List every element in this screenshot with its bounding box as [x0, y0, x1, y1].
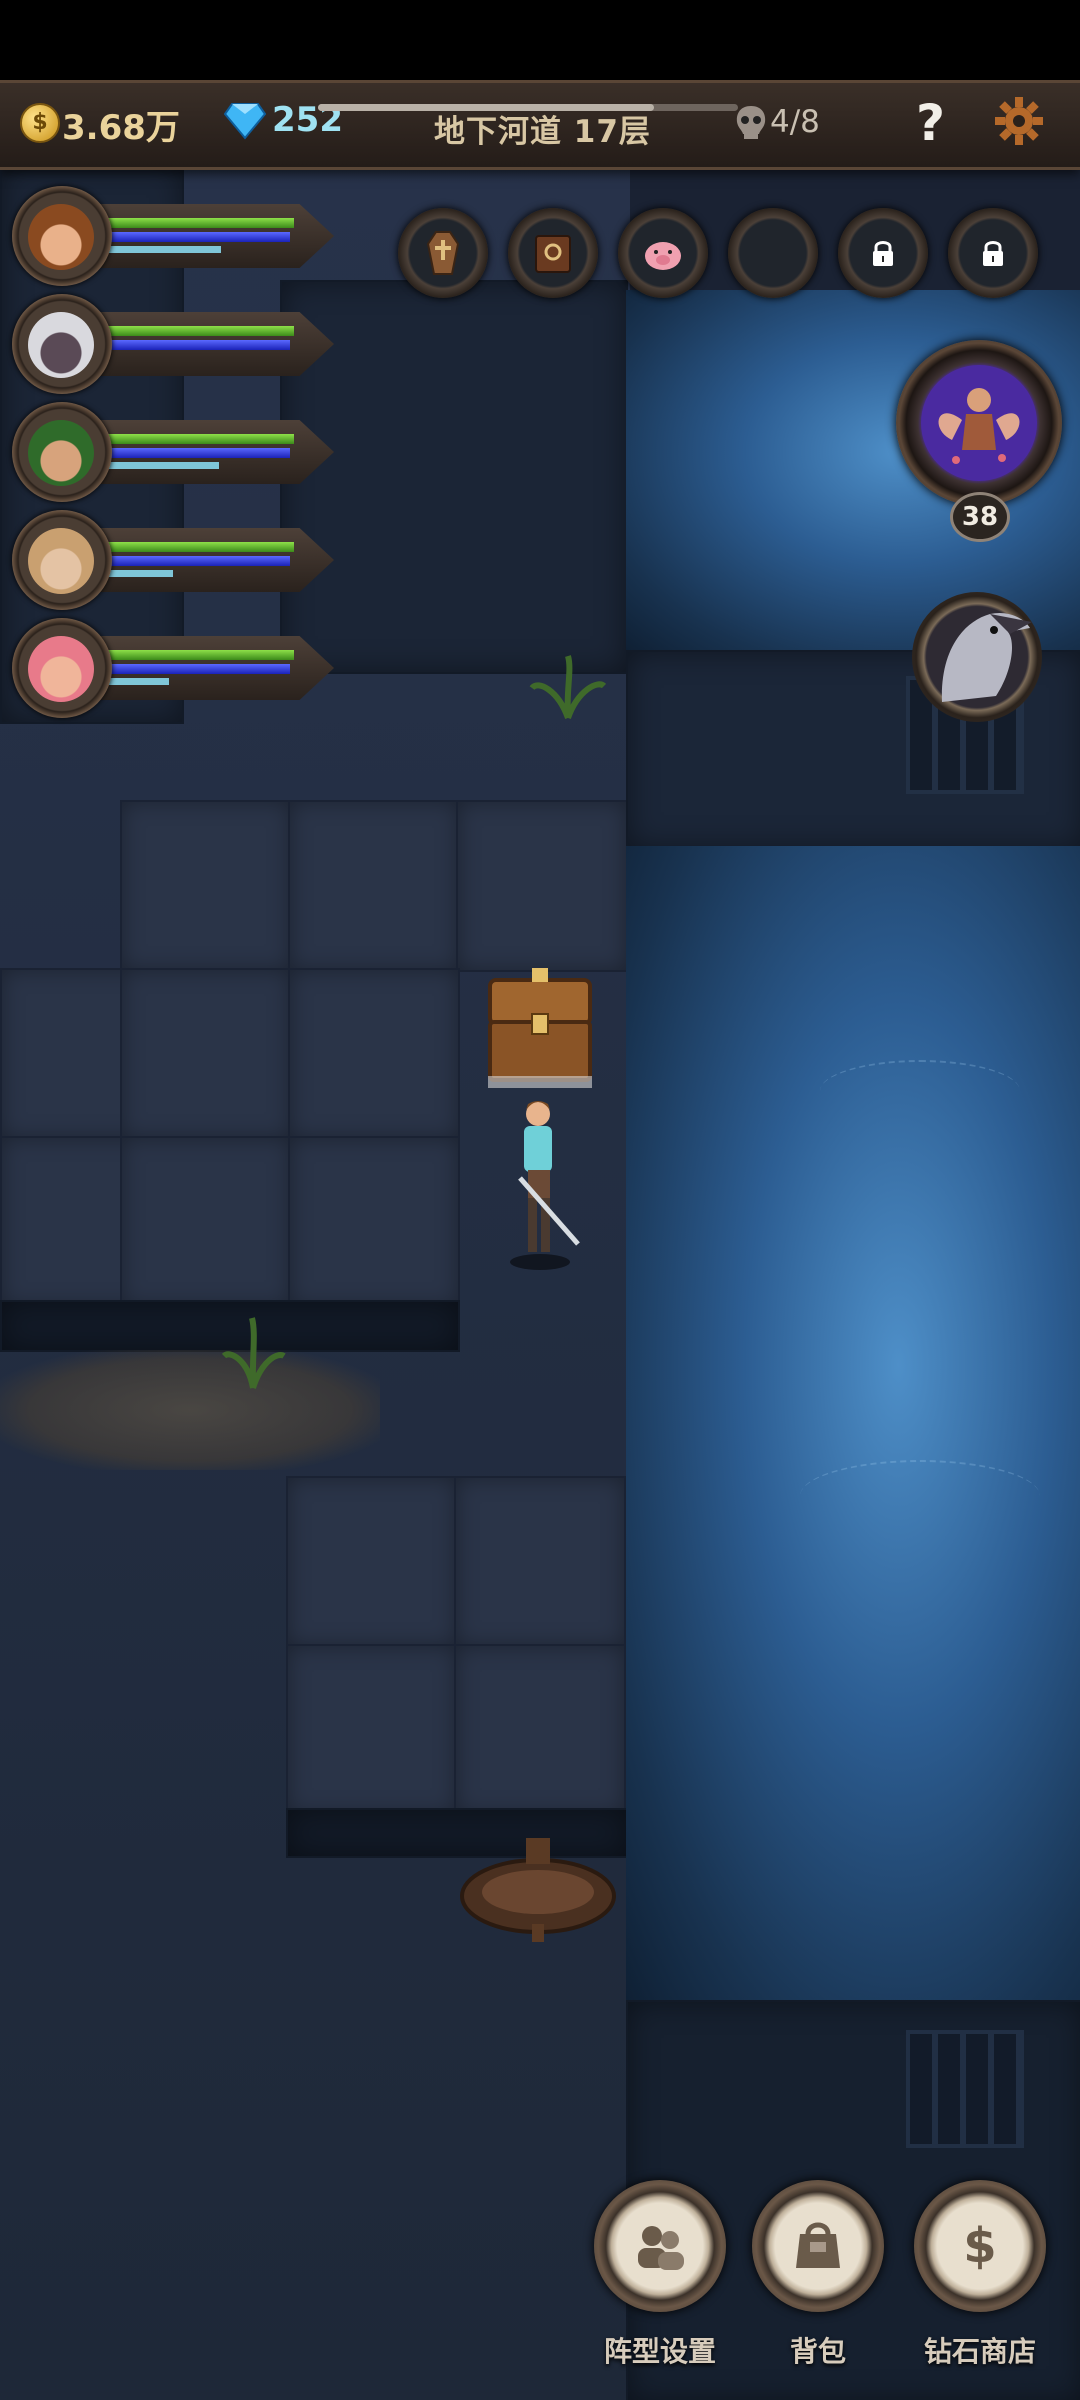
gold-amount: 3.68万 [62, 108, 180, 148]
pig-icon [645, 242, 681, 270]
hp-bar [108, 326, 294, 336]
coffin-icon [426, 231, 460, 275]
party-member-3[interactable] [12, 402, 334, 502]
help-button[interactable]: ? [916, 94, 945, 152]
party-member-4[interactable] [12, 510, 334, 610]
water-ripple [820, 1060, 1020, 1122]
treasure-chest-icon[interactable] [484, 964, 596, 1090]
floor-tile [456, 800, 628, 972]
tome-icon [535, 235, 571, 273]
floor-tile [286, 1644, 458, 1816]
hero-portrait[interactable] [12, 294, 112, 394]
skill-slot-1[interactable] [398, 200, 488, 300]
floor-title: 地下河道 17层 [434, 114, 651, 150]
boat-icon[interactable] [458, 1834, 618, 1944]
diamond-icon [224, 103, 266, 140]
diamond-shop-button[interactable]: $ 钻石商店 [910, 2180, 1050, 2400]
xp-bar [108, 246, 221, 253]
skill-slot-2[interactable] [508, 200, 598, 300]
hero-face [28, 312, 94, 378]
party-member-2[interactable] [12, 294, 334, 394]
formation-button[interactable]: 阵型设置 [590, 2180, 730, 2400]
water-river [626, 846, 1080, 2000]
xp-bar [108, 570, 173, 577]
mp-bar [108, 232, 290, 242]
crow-enemy-icon[interactable] [912, 592, 1042, 722]
floor-tile [288, 1136, 460, 1308]
floor-tile [454, 1476, 626, 1648]
mp-bar [108, 556, 290, 566]
hero-face [28, 528, 94, 594]
skill-frame [728, 208, 818, 298]
player-character[interactable] [490, 1092, 590, 1272]
shop-label: 钻石商店 [923, 2335, 1036, 2368]
gold-coin-icon: $ [20, 103, 60, 143]
lock-icon [983, 241, 1003, 266]
floor-tile [454, 1644, 626, 1816]
people-icon [638, 2226, 684, 2270]
floor-tile [120, 800, 292, 972]
bag-button[interactable]: 背包 [748, 2180, 888, 2400]
sand-patch [0, 1350, 380, 1470]
backpack-icon [796, 2222, 840, 2268]
bag-label: 背包 [789, 2335, 846, 2368]
dollar-icon: $ [963, 2218, 996, 2274]
iron-grate [906, 2030, 1024, 2148]
hero-portrait[interactable] [12, 186, 112, 286]
mp-bar [108, 448, 290, 458]
formation-label: 阵型设置 [603, 2335, 716, 2368]
hero-face [28, 204, 94, 270]
floor-tile [120, 1136, 292, 1308]
xp-bar [108, 462, 219, 469]
boss-portrait[interactable]: 38 [896, 340, 1062, 542]
hero-face [28, 420, 94, 486]
gear-icon[interactable] [994, 96, 1044, 146]
hp-bar [108, 218, 294, 228]
water-ripple [800, 1460, 1040, 1532]
hero-portrait[interactable] [12, 618, 112, 718]
party-member-5[interactable] [12, 618, 334, 718]
mp-bar [108, 340, 290, 350]
hero-portrait[interactable] [12, 402, 112, 502]
hero-face [28, 636, 94, 702]
hero-portrait[interactable] [12, 510, 112, 610]
fairy-boss-icon [921, 365, 1037, 481]
skill-slot-4[interactable] [728, 200, 818, 300]
crow-icon [941, 612, 1032, 702]
skull-icon [736, 106, 766, 139]
status-bar-area [0, 0, 1080, 80]
boss-level: 38 [950, 492, 1010, 542]
skill-slot-3[interactable] [618, 200, 708, 300]
svg-text:$: $ [963, 2218, 996, 2274]
mp-bar [108, 664, 290, 674]
floor-tile [286, 1476, 458, 1648]
plant-icon [529, 655, 607, 720]
skill-slot-6[interactable] [948, 200, 1038, 300]
floor-tile [288, 800, 460, 972]
boss-frame [896, 340, 1062, 506]
hp-bar [108, 650, 294, 660]
hp-bar [108, 542, 294, 552]
floor-tile [288, 968, 460, 1140]
lock-icon [873, 241, 893, 266]
kill-counter: 4/8 [770, 104, 820, 140]
floor-tile [120, 968, 292, 1140]
xp-bar [108, 678, 169, 685]
wall-block [280, 280, 628, 674]
party-member-1[interactable] [12, 186, 334, 286]
plant-icon [221, 1317, 286, 1389]
hp-bar [108, 434, 294, 444]
skill-slot-5[interactable] [838, 200, 928, 300]
